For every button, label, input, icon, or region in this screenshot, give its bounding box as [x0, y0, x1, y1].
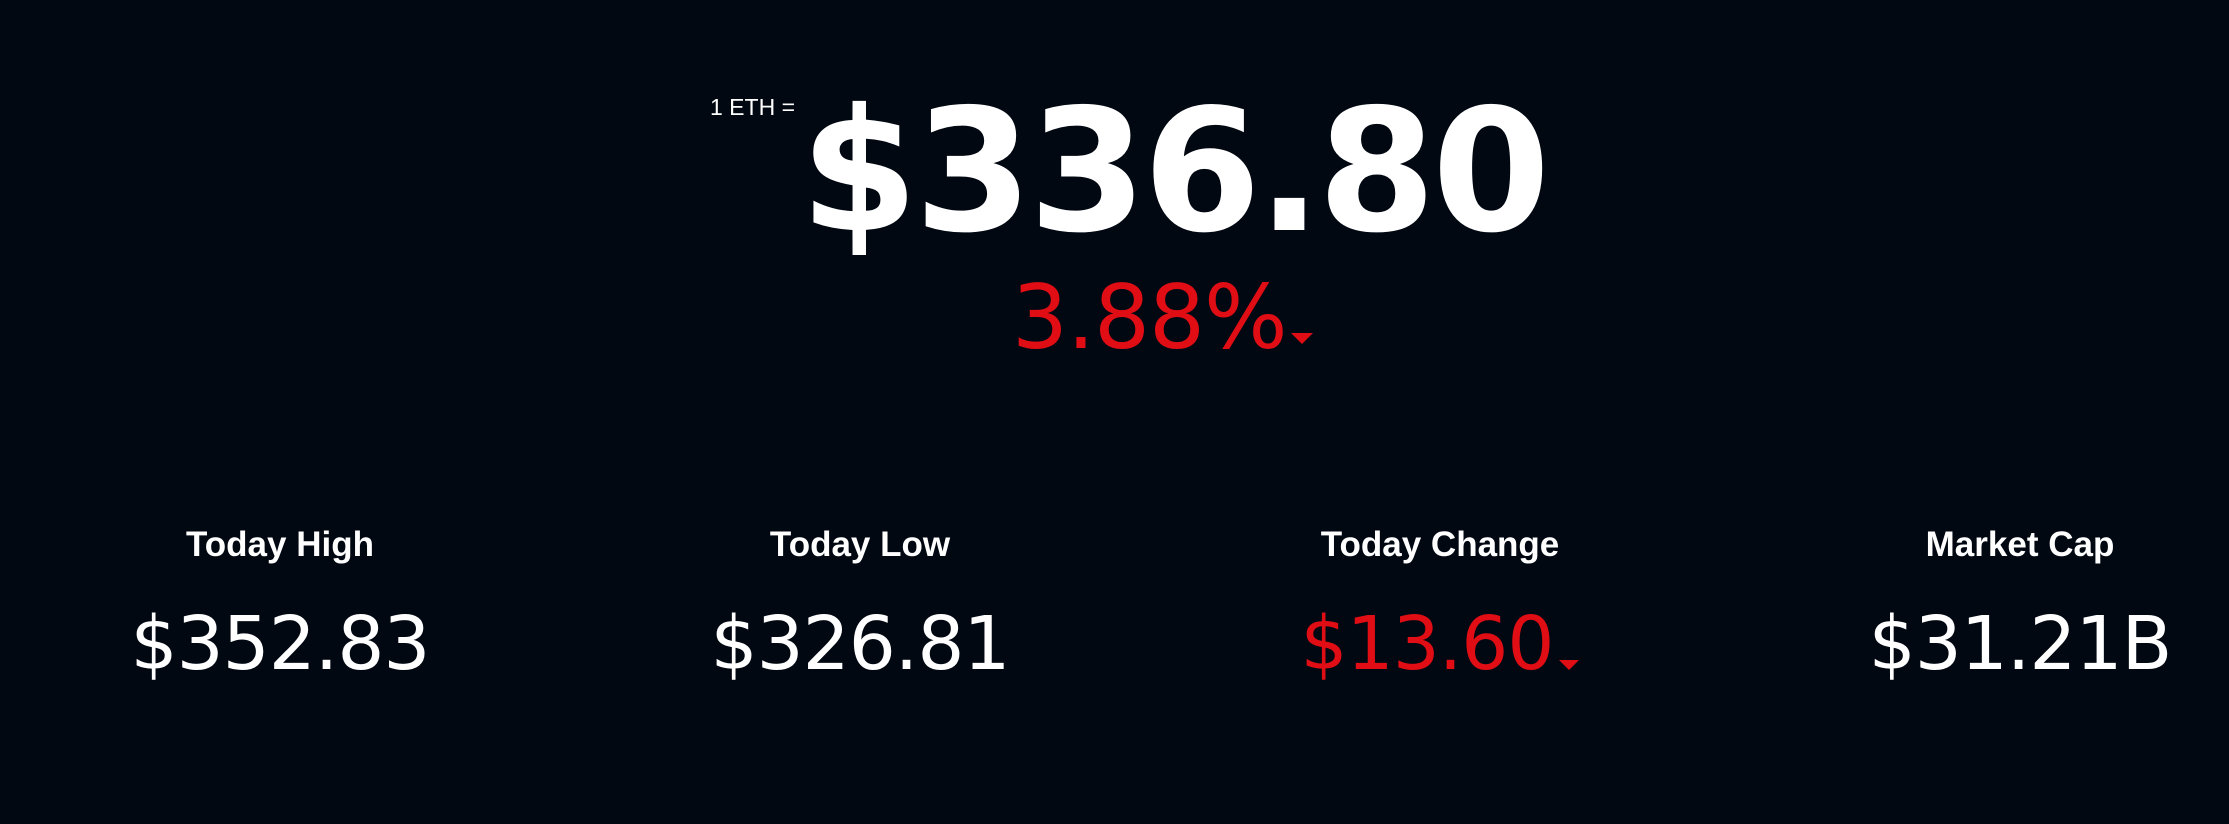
- percent-change-value: 3.88%: [1012, 266, 1288, 369]
- stat-market-cap: Market Cap $31.21B: [1810, 510, 2229, 694]
- stat-value: $352.83: [130, 601, 430, 687]
- stat-value: $31.21B: [1868, 601, 2173, 687]
- stat-value-row: $13.60: [1230, 594, 1650, 694]
- stat-today-change: Today Change $13.60: [1230, 510, 1650, 694]
- stat-today-high: Today High $352.83: [70, 510, 490, 694]
- caret-down-icon: [1559, 660, 1580, 670]
- stat-label: Today Change: [1320, 525, 1560, 564]
- current-price: $336.80: [800, 73, 1550, 271]
- stat-value-row: $326.81: [650, 594, 1070, 694]
- stat-value: $326.81: [710, 601, 1010, 687]
- stat-value-row: $352.83: [70, 594, 490, 694]
- stat-value-row: $31.21B: [1810, 594, 2229, 694]
- price-hero: 1 ETH = $336.80 3.88%: [0, 0, 2229, 400]
- stat-label: Today High: [186, 525, 374, 564]
- caret-down-icon: [1290, 333, 1313, 344]
- stat-today-low: Today Low $326.81: [650, 510, 1070, 694]
- stat-label: Market Cap: [1925, 525, 2115, 564]
- stats-row: Today High $352.83 Today Low $326.81 Tod…: [0, 510, 2229, 710]
- percent-change: 3.88%: [1012, 268, 1313, 368]
- stat-value: $13.60: [1300, 601, 1555, 687]
- stat-label: Today Low: [769, 525, 951, 564]
- unit-label: 1 ETH =: [710, 94, 796, 120]
